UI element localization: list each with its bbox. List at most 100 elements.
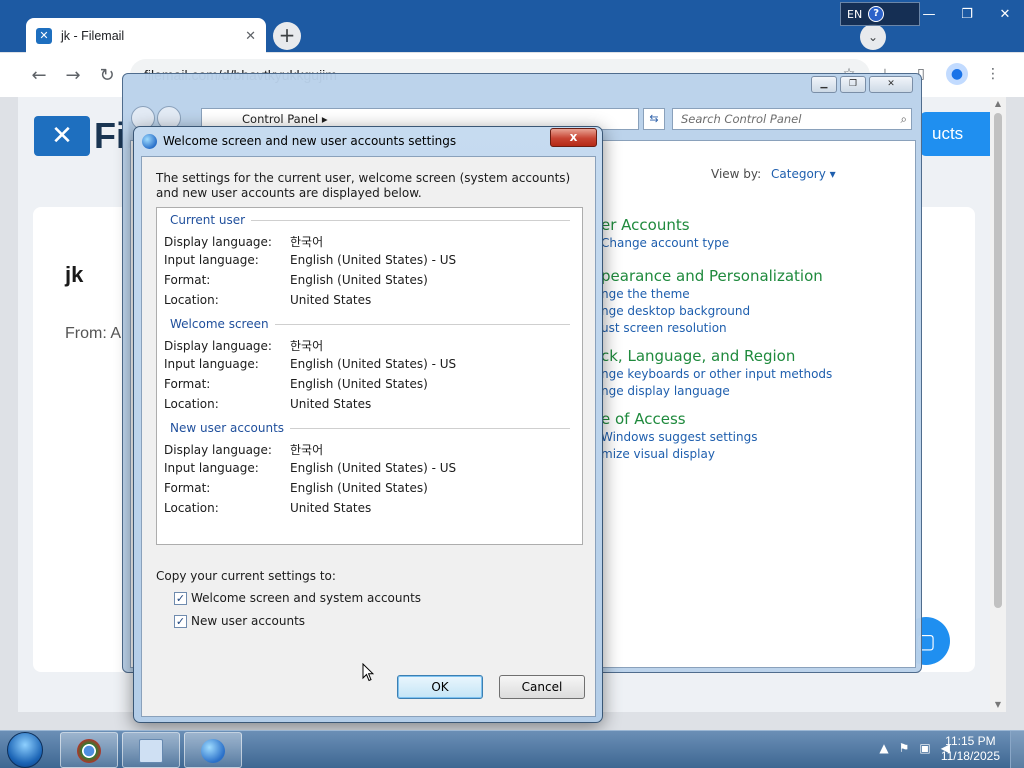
setting-value: 한국어: [290, 235, 324, 249]
cp-close-button[interactable]: ✕: [869, 76, 913, 93]
checkbox-label[interactable]: Welcome screen and system accounts: [191, 591, 421, 605]
setting-row: Location: United States: [164, 293, 371, 307]
language-indicator[interactable]: EN: [847, 8, 862, 21]
view-by-value[interactable]: Category: [771, 167, 826, 181]
settings-summary-box: Current user Display language: 한국어 Input …: [156, 207, 583, 545]
mouse-cursor-icon: [362, 663, 374, 682]
clock-time: 11:15 PM: [945, 734, 996, 748]
setting-label: Display language:: [164, 339, 272, 353]
checkbox-checked-icon[interactable]: ✓: [174, 591, 187, 605]
dialog-titlebar[interactable]: Welcome screen and new user accounts set…: [134, 127, 602, 155]
section-heading: Current user: [170, 213, 246, 227]
view-by-dropdown[interactable]: Category ▾: [771, 167, 836, 181]
section-heading: Welcome screen: [170, 317, 269, 331]
control-panel-icon: [139, 739, 163, 763]
setting-row: Display language: 한국어: [164, 233, 323, 250]
cp-minimize-button[interactable]: ▁: [811, 76, 837, 93]
close-window-button[interactable]: ✕: [986, 0, 1024, 30]
cancel-button[interactable]: Cancel: [499, 675, 585, 699]
reload-icon[interactable]: ↻: [90, 65, 124, 86]
setting-label: Format:: [164, 377, 211, 391]
forward-icon[interactable]: →: [56, 65, 90, 86]
setting-row: Display language: 한국어: [164, 441, 323, 458]
back-icon[interactable]: ←: [22, 65, 56, 86]
products-button[interactable]: ucts: [920, 112, 990, 156]
category-link[interactable]: nge desktop background: [601, 303, 823, 320]
page-scrollbar[interactable]: ▲ ▼: [990, 97, 1006, 712]
windows-logo-icon: [7, 732, 43, 768]
setting-label: Display language:: [164, 443, 272, 457]
help-icon[interactable]: ?: [868, 6, 885, 22]
category-link[interactable]: nge the theme: [601, 286, 823, 303]
globe-icon: [201, 739, 225, 763]
checkbox-welcome-screen[interactable]: ✓ Welcome screen and system accounts: [174, 591, 421, 605]
action-center-icon[interactable]: ⚑: [899, 741, 910, 755]
show-desktop-button[interactable]: [1010, 731, 1024, 768]
dialog-close-button[interactable]: x: [550, 128, 597, 147]
maximize-button[interactable]: ❐: [948, 0, 986, 30]
show-hidden-icons[interactable]: ▲: [879, 741, 888, 755]
network-icon[interactable]: ▣: [919, 741, 930, 755]
menu-icon[interactable]: ⋮: [982, 63, 1004, 85]
cp-refresh-icon[interactable]: ⇆: [643, 108, 665, 130]
setting-row: Input language: English (United States) -…: [164, 357, 456, 371]
ok-button[interactable]: OK: [397, 675, 483, 699]
setting-value: United States: [290, 501, 372, 515]
globe-icon: [142, 134, 157, 149]
category-link[interactable]: ust screen resolution: [601, 320, 823, 337]
cp-search-input[interactable]: Search Control Panel ⌕: [672, 108, 912, 130]
setting-label: Input language:: [164, 357, 259, 371]
tab-search-button[interactable]: ⌄: [860, 24, 886, 50]
category-link[interactable]: mize visual display: [601, 446, 757, 463]
profile-avatar[interactable]: ●: [946, 63, 968, 85]
category-clock-language-region: ck, Language, and Region nge keyboards o…: [601, 346, 832, 400]
category-link[interactable]: Change account type: [601, 235, 729, 252]
cp-search-placeholder: Search Control Panel: [681, 112, 802, 126]
taskbar-control-panel[interactable]: [122, 732, 180, 768]
setting-label: Input language:: [164, 461, 259, 475]
scroll-up-icon[interactable]: ▲: [990, 97, 1006, 111]
checkbox-label[interactable]: New user accounts: [191, 614, 305, 628]
dialog-body: The settings for the current user, welco…: [141, 156, 596, 717]
section-current-user: Current user: [170, 213, 570, 227]
setting-value: 한국어: [290, 443, 324, 457]
view-by: View by: Category ▾: [711, 167, 836, 181]
language-bar[interactable]: EN ?: [840, 2, 920, 26]
filemail-logo-icon: ✕: [34, 116, 90, 156]
filemail-logo[interactable]: ✕ Fil: [34, 115, 136, 157]
start-button[interactable]: [3, 731, 49, 768]
scroll-down-icon[interactable]: ▼: [990, 698, 1006, 712]
browser-tab[interactable]: ✕ jk - Filemail ✕: [26, 18, 266, 53]
minimize-button[interactable]: —: [910, 0, 948, 30]
checkbox-checked-icon[interactable]: ✓: [174, 614, 187, 628]
new-tab-button[interactable]: +: [273, 22, 301, 50]
category-link[interactable]: Windows suggest settings: [601, 429, 757, 446]
cp-window-controls: ▁ ❐ ✕: [811, 76, 913, 93]
cp-maximize-button[interactable]: ❐: [840, 76, 866, 93]
scroll-thumb[interactable]: [994, 113, 1002, 608]
close-tab-icon[interactable]: ✕: [245, 28, 256, 44]
setting-row: Format: English (United States): [164, 377, 428, 391]
checkbox-new-user-accounts[interactable]: ✓ New user accounts: [174, 614, 305, 628]
setting-label: Location:: [164, 501, 219, 515]
category-title[interactable]: pearance and Personalization: [601, 266, 823, 286]
taskbar-region-settings[interactable]: [184, 732, 242, 768]
system-clock[interactable]: 11:15 PM 11/18/2025: [941, 734, 1000, 764]
category-title[interactable]: ck, Language, and Region: [601, 346, 832, 366]
search-icon[interactable]: ⌕: [901, 109, 907, 129]
setting-label: Input language:: [164, 253, 259, 267]
category-link[interactable]: nge display language: [601, 383, 832, 400]
setting-row: Location: United States: [164, 501, 371, 515]
setting-value: English (United States): [290, 273, 428, 287]
category-link[interactable]: nge keyboards or other input methods: [601, 366, 832, 383]
category-title[interactable]: er Accounts: [601, 215, 729, 235]
taskbar-chrome[interactable]: [60, 732, 118, 768]
category-appearance: pearance and Personalization nge the the…: [601, 266, 823, 337]
setting-label: Location:: [164, 293, 219, 307]
category-title[interactable]: e of Access: [601, 409, 757, 429]
category-ease-of-access: e of Access Windows suggest settings miz…: [601, 409, 757, 463]
breadcrumb-control-panel[interactable]: Control Panel: [242, 112, 318, 126]
welcome-settings-dialog: Welcome screen and new user accounts set…: [133, 126, 603, 723]
section-heading: New user accounts: [170, 421, 285, 435]
system-tray: ▲ ⚑ ▣ ◀: [879, 741, 950, 755]
